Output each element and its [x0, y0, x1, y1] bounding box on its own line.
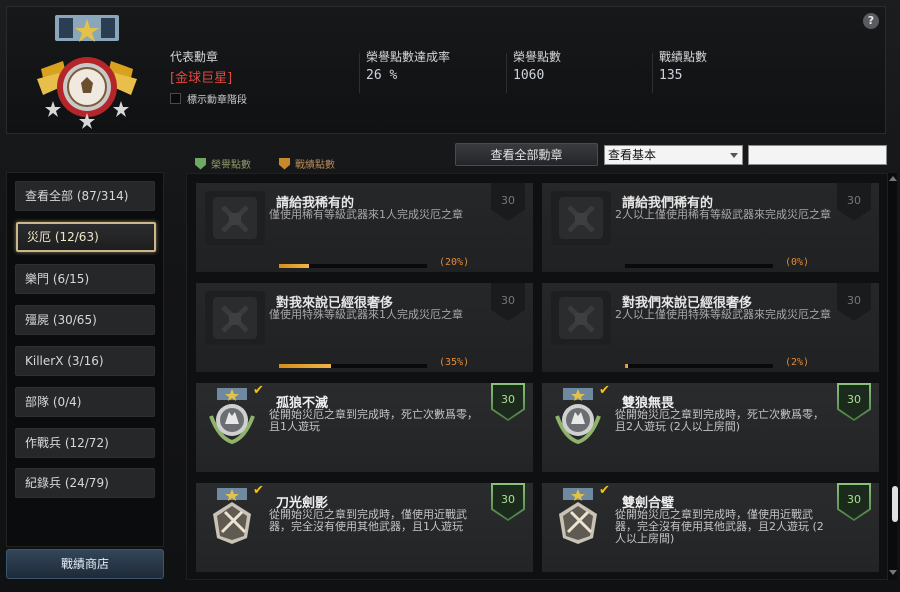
search-input[interactable] [748, 145, 887, 165]
show-stage-label: 標示勳章階段 [187, 95, 247, 106]
rate-value: 26 % [366, 68, 398, 83]
category-killerx[interactable]: KillerX (3/16) [15, 346, 155, 376]
progress-fill [279, 364, 331, 368]
category-record[interactable]: 紀錄兵 (24/79) [15, 468, 155, 498]
divider [652, 53, 653, 93]
battle-points-value: 135 [659, 68, 683, 83]
honor-shield-icon [195, 157, 206, 170]
progress-percent: (35%) [439, 357, 470, 368]
points-value: 30 [839, 385, 869, 419]
view-all-medals-button[interactable]: 查看全部勳章 [455, 143, 598, 166]
category-calamity[interactable]: 災厄 (12/63) [16, 222, 156, 252]
points-badge-earned: 30 [837, 483, 871, 521]
medal-desc: 從開始災厄之章到完成時，僅使用近戰武器，完全沒有使用其他武器，且2人遊玩 (2人… [615, 508, 824, 545]
view-mode-select[interactable]: 查看基本 [604, 145, 743, 165]
checkmark-icon: ✔ [599, 483, 610, 498]
medal-desc: 2人以上僅使用特殊等級武器來完成災厄之章 [615, 308, 831, 321]
points-value: 30 [493, 485, 523, 519]
progress-bar [625, 264, 773, 268]
progress-fill [625, 364, 628, 368]
progress-bar [279, 364, 427, 368]
progress-bar [279, 264, 427, 268]
medal-desc: 從開始災厄之章到完成時，死亡次數爲零，且1人遊玩 [269, 408, 478, 433]
medal-card[interactable]: 對我們來說已經很奢侈 2人以上僅使用特殊等級武器來完成災厄之章 30 (2%) [542, 283, 879, 373]
points-badge-earned: 30 [491, 383, 525, 421]
progress-fill [279, 264, 309, 268]
medal-desc: 僅使用稀有等級武器來1人完成災厄之章 [269, 208, 463, 221]
progress-percent: (2%) [785, 357, 810, 368]
medal-card[interactable]: ✔ 刀光劍影 從開始災厄之章到完成時，僅使用近戰武器，完全沒有使用其他武器，且1… [196, 483, 533, 573]
divider [359, 53, 360, 93]
divider [506, 53, 507, 93]
points-badge-earned: 30 [837, 383, 871, 421]
legend-battle-label: 戰績點數 [295, 160, 335, 171]
medal-desc: 僅使用特殊等級武器來1人完成災厄之章 [269, 308, 463, 321]
rep-medal-label: 代表勳章 [170, 50, 219, 64]
scroll-thumb[interactable] [892, 486, 898, 522]
honor-points-value: 1060 [513, 68, 545, 83]
medal-card[interactable]: 請給我們稀有的 2人以上僅使用稀有等級武器來完成災厄之章 30 (0%) [542, 183, 879, 273]
medal-card[interactable]: ✔ 雙狼無畏 從開始災厄之章到完成時，死亡次數爲零，且2人遊玩 (2人以上房間)… [542, 383, 879, 473]
progress-percent: (20%) [439, 257, 470, 268]
progress-bar [625, 364, 773, 368]
show-stage-toggle[interactable]: 標示勳章階段 [170, 91, 247, 106]
medal-card[interactable]: ✔ 孤狼不滅 從開始災厄之章到完成時，死亡次數爲零，且1人遊玩 30 [196, 383, 533, 473]
chevron-down-icon [730, 153, 738, 158]
achievements-window: 代表勳章 [金球巨星] 標示勳章階段 榮譽點數達成率 26 % 榮譽點數 106… [0, 0, 900, 592]
category-squad[interactable]: 部隊 (0/4) [15, 387, 155, 417]
help-icon[interactable]: ? [863, 13, 879, 29]
medal-desc: 2人以上僅使用稀有等級武器來完成災厄之章 [615, 208, 831, 221]
points-value: 30 [493, 385, 523, 419]
rate-label: 榮譽點數達成率 [366, 50, 451, 64]
locked-medal-icon [551, 191, 611, 245]
points-badge: 30 [491, 183, 525, 221]
checkmark-icon: ✔ [253, 483, 264, 498]
points-badge: 30 [837, 283, 871, 321]
category-sidebar: 查看全部 (87/314) 災厄 (12/63) 樂門 (6/15) 殭屍 (3… [6, 172, 164, 547]
category-zombie[interactable]: 殭屍 (30/65) [15, 305, 155, 335]
points-badge-earned: 30 [491, 483, 525, 521]
view-mode-value: 查看基本 [608, 148, 657, 162]
medal-desc: 從開始災厄之章到完成時，死亡次數爲零，且2人遊玩 (2人以上房間) [615, 408, 824, 433]
locked-medal-icon [551, 291, 611, 345]
legend-honor: 榮譽點數 [195, 156, 251, 171]
points-value: 30 [839, 485, 869, 519]
medal-card[interactable]: 請給我稀有的 僅使用稀有等級武器來1人完成災厄之章 30 (20%) [196, 183, 533, 273]
checkmark-icon: ✔ [599, 383, 610, 398]
show-stage-checkbox[interactable] [170, 93, 181, 104]
medal-card[interactable]: 對我來說已經很奢侈 僅使用特殊等級武器來1人完成災厄之章 30 (35%) [196, 283, 533, 373]
medal-desc: 從開始災厄之章到完成時，僅使用近戰武器，完全沒有使用其他武器，且1人遊玩 [269, 508, 467, 533]
medal-card[interactable]: ✔ 雙劍合璧 從開始災厄之章到完成時，僅使用近戰武器，完全沒有使用其他武器，且2… [542, 483, 879, 573]
points-badge: 30 [837, 183, 871, 221]
honor-points-label: 榮譽點數 [513, 50, 562, 64]
battle-shield-icon [279, 157, 290, 170]
medal-grid: 請給我稀有的 僅使用稀有等級武器來1人完成災厄之章 30 (20%) 請給我們稀… [186, 173, 888, 580]
legend-battle: 戰績點數 [279, 156, 335, 171]
category-combat[interactable]: 作戰兵 (12/72) [15, 428, 155, 458]
scroll-down-icon[interactable] [889, 570, 897, 575]
legend-honor-label: 榮譽點數 [211, 160, 251, 171]
representative-medal-emblem [37, 15, 137, 129]
category-paradise[interactable]: 樂門 (6/15) [15, 264, 155, 294]
progress-percent: (0%) [785, 257, 810, 268]
category-all[interactable]: 查看全部 (87/314) [15, 181, 155, 211]
battle-shop-button[interactable]: 戰績商店 [6, 549, 164, 579]
battle-points-label: 戰績點數 [659, 50, 708, 64]
medal-summary-panel: 代表勳章 [金球巨星] 標示勳章階段 榮譽點數達成率 26 % 榮譽點數 106… [6, 6, 886, 134]
points-badge: 30 [491, 283, 525, 321]
scroll-up-icon[interactable] [889, 176, 897, 181]
checkmark-icon: ✔ [253, 383, 264, 398]
rep-medal-name: [金球巨星] [170, 71, 233, 86]
locked-medal-icon [205, 191, 265, 245]
locked-medal-icon [205, 291, 265, 345]
